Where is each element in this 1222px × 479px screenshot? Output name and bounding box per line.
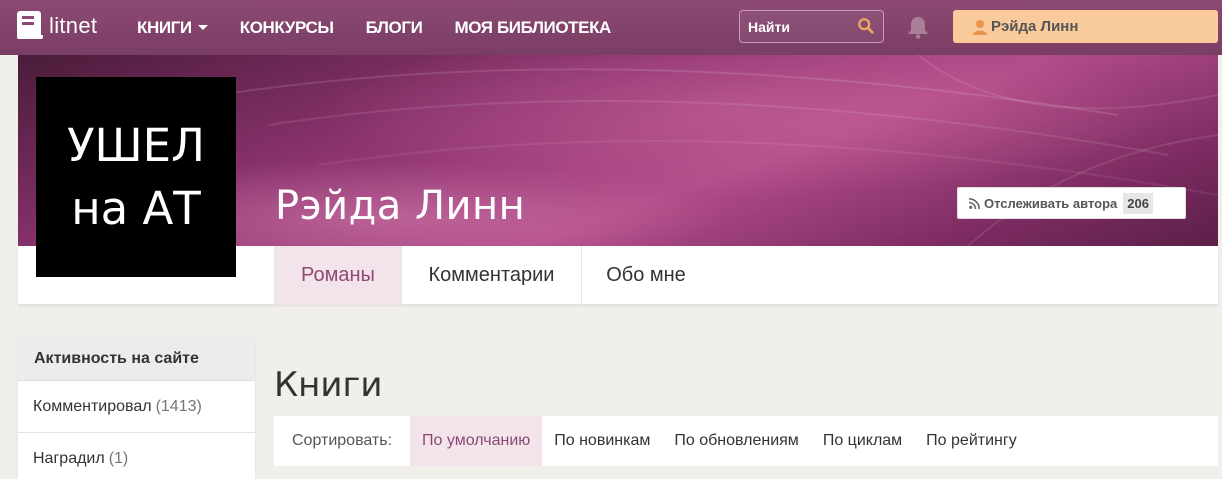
follow-author-button[interactable]: Отслеживать автора 206 — [957, 187, 1186, 219]
sort-label: Сортировать: — [292, 432, 393, 449]
follower-count: 206 — [1123, 192, 1153, 214]
nav-link-books[interactable]: КНИГИ — [137, 18, 208, 38]
site-logo[interactable]: litnet — [17, 11, 97, 41]
top-navbar: litnet КНИГИ КОНКУРСЫ БЛОГИ МОЯ БИБЛИОТЕ… — [0, 0, 1222, 55]
main-nav: КНИГИ КОНКУРСЫ БЛОГИ МОЯ БИБЛИОТЕКА — [137, 0, 643, 55]
sort-updated[interactable]: По обновлениям — [662, 416, 810, 466]
books-heading: Книги — [274, 365, 383, 405]
sidebar-item-count: (1) — [108, 449, 129, 467]
follow-label: Отслеживать автора — [984, 195, 1118, 211]
tab-comments[interactable]: Комментарии — [402, 246, 582, 305]
sidebar-item-label: Комментировал — [33, 397, 152, 415]
nav-link-my-library[interactable]: МОЯ БИБЛИОТЕКА — [454, 18, 611, 38]
avatar-text-line-2: на АТ — [71, 182, 201, 235]
litnet-logo-icon — [17, 11, 43, 41]
sidebar-item-awarded[interactable]: Наградил (1) — [18, 433, 255, 479]
sort-rating[interactable]: По рейтингу — [914, 416, 1029, 466]
sort-series[interactable]: По циклам — [811, 416, 914, 466]
search-input[interactable] — [748, 18, 858, 35]
nav-link-blogs[interactable]: БЛОГИ — [366, 18, 423, 38]
sort-newest[interactable]: По новинкам — [542, 416, 662, 466]
avatar-text-line-1: УШЕЛ — [67, 119, 205, 172]
user-icon — [973, 19, 987, 35]
user-menu-button[interactable]: Рэйда Линн — [953, 10, 1218, 43]
sort-bar: Сортировать: По умолчанию По новинкам По… — [274, 416, 1218, 466]
activity-sidebar: Активность на сайте Комментировал (1413)… — [18, 337, 255, 479]
sidebar-item-commented[interactable]: Комментировал (1413) — [18, 381, 255, 433]
sidebar-title: Активность на сайте — [18, 337, 255, 381]
search-icon[interactable] — [857, 17, 875, 35]
tab-about[interactable]: Обо мне — [582, 246, 710, 305]
nav-link-books-label: КНИГИ — [137, 17, 192, 37]
nav-link-contests[interactable]: КОНКУРСЫ — [240, 18, 334, 38]
bell-icon[interactable] — [907, 15, 929, 39]
sidebar-item-count: (1413) — [155, 397, 202, 415]
logo-text: litnet — [49, 13, 98, 38]
author-name: Рэйда Линн — [275, 183, 526, 229]
author-avatar: УШЕЛ на АТ — [36, 77, 236, 277]
user-name: Рэйда Линн — [991, 18, 1079, 35]
rss-icon — [969, 197, 980, 209]
chevron-down-icon — [197, 25, 208, 30]
sort-default[interactable]: По умолчанию — [410, 416, 543, 466]
tab-novels[interactable]: Романы — [274, 246, 402, 305]
sidebar-item-label: Наградил — [33, 449, 105, 467]
search-box — [739, 10, 884, 43]
